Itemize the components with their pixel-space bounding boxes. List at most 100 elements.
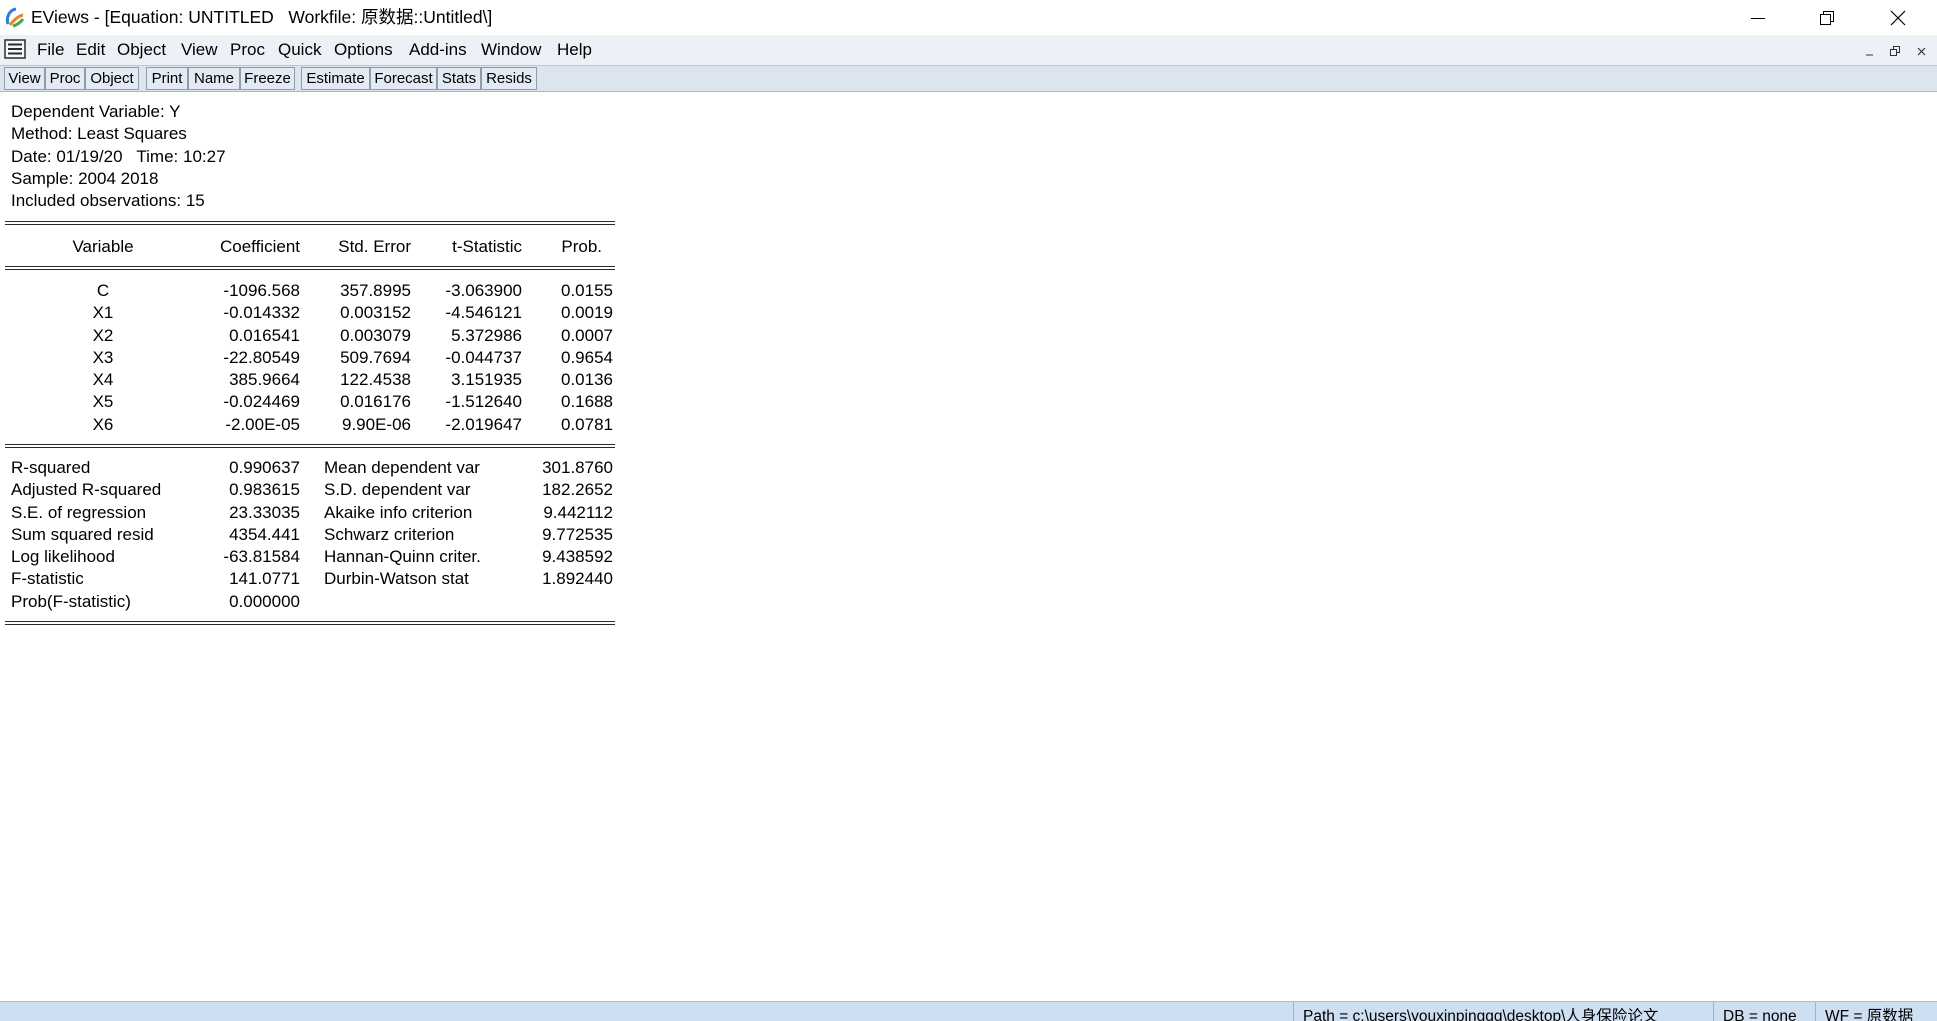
std-error-cell: 0.016176: [340, 392, 411, 412]
menu-edit[interactable]: Edit: [76, 35, 105, 65]
t-statistic-cell: -3.063900: [445, 281, 522, 300]
std-error-cell: 9.90E-06: [342, 414, 411, 434]
coefficient-cell: 0.016541: [229, 325, 300, 345]
variable-cell: C: [96, 281, 110, 300]
stat-label: Mean dependent var: [324, 458, 480, 477]
stats-row: Prob(F-statistic) 0.000000: [5, 591, 615, 613]
stats-row: Sum squared resid 4354.441 Schwarz crite…: [5, 524, 615, 546]
menu-bar: File Edit Object View Proc Quick Options…: [0, 35, 1937, 66]
coefficient-cell: -0.014332: [223, 303, 300, 323]
t-statistic-cell: -2.019647: [445, 414, 522, 434]
object-toolbar: View Proc Object Print Name Freeze Estim…: [0, 66, 1937, 92]
table-rule-top: [5, 221, 615, 225]
stat-value: 182.2652: [542, 480, 613, 500]
sample-line: Sample: 2004 2018: [11, 168, 159, 188]
stat-value: 4354.441: [229, 524, 300, 544]
status-workfile-text: WF = 原数据: [1825, 1008, 1914, 1021]
stat-value: -63.81584: [223, 547, 300, 567]
stat-value: 9.442112: [543, 502, 613, 522]
status-workfile: WF = 原数据: [1815, 1002, 1937, 1021]
menu-add-ins[interactable]: Add-ins: [409, 35, 467, 65]
restore-icon: [1820, 10, 1834, 25]
document-menu-icon[interactable]: [4, 39, 26, 59]
stat-label: Prob(F-statistic): [11, 591, 131, 611]
status-db: DB = none: [1713, 1002, 1815, 1021]
menu-help[interactable]: Help: [557, 35, 592, 65]
table-rule-header: [5, 266, 615, 270]
method-line: Method: Least Squares: [11, 124, 187, 144]
dependent-variable-line: Dependent Variable: Y: [11, 102, 181, 121]
t-statistic-cell: 3.151935: [451, 370, 522, 390]
menu-object[interactable]: Object: [117, 35, 166, 65]
status-path: Path = c:\users\youxinpingqq\desktop\人身保…: [1293, 1002, 1713, 1021]
toolbar-name-button[interactable]: Name: [188, 67, 240, 90]
variable-cell: X3: [92, 347, 114, 367]
child-restore-icon[interactable]: [1888, 45, 1902, 57]
menu-options[interactable]: Options: [334, 35, 393, 65]
toolbar-stats-button[interactable]: Stats: [437, 67, 481, 90]
std-error-cell: 0.003079: [340, 325, 411, 345]
date-time-line: Date: 01/19/20 Time: 10:27: [11, 146, 226, 166]
stat-label: S.E. of regression: [11, 502, 147, 522]
stats-row: R-squared 0.990637 Mean dependent var 30…: [5, 457, 615, 479]
stat-value: 23.33035: [229, 502, 300, 522]
close-icon: [1890, 10, 1906, 26]
child-close-icon[interactable]: [1914, 45, 1928, 57]
stat-label: Sum squared resid: [11, 524, 154, 544]
toolbar-freeze-button[interactable]: Freeze: [240, 67, 295, 90]
menu-window[interactable]: Window: [481, 35, 541, 65]
observations-line: Included observations: 15: [11, 191, 205, 211]
std-error-cell: 122.4538: [340, 370, 411, 390]
stat-value: 301.8760: [542, 458, 613, 477]
stat-label: Hannan-Quinn criter.: [324, 547, 481, 567]
prob-cell: 0.9654: [561, 347, 613, 367]
stats-row: S.E. of regression 23.33035 Akaike info …: [5, 502, 615, 524]
table-row: X4 385.9664 122.4538 3.151935 0.0136: [5, 369, 615, 391]
column-header-t-statistic: t-Statistic: [452, 237, 522, 256]
variable-cell: X2: [92, 325, 114, 345]
stats-row: F-statistic 141.0771 Durbin-Watson stat …: [5, 568, 615, 590]
stat-label: Durbin-Watson stat: [324, 569, 469, 589]
toolbar-resids-button[interactable]: Resids: [481, 67, 537, 90]
variable-cell: X6: [92, 414, 114, 434]
close-button[interactable]: [1863, 0, 1933, 35]
std-error-cell: 357.8995: [340, 281, 411, 300]
table-row: X2 0.016541 0.003079 5.372986 0.0007: [5, 325, 615, 347]
child-minimize-icon[interactable]: [1862, 45, 1876, 57]
table-row: X1 -0.014332 0.003152 -4.546121 0.0019: [5, 302, 615, 324]
coefficient-cell: -1096.568: [223, 281, 300, 300]
t-statistic-cell: -1.512640: [445, 392, 522, 412]
menu-quick[interactable]: Quick: [278, 35, 321, 65]
toolbar-object-button[interactable]: Object: [85, 67, 139, 90]
menu-file[interactable]: File: [37, 35, 64, 65]
menu-view[interactable]: View: [181, 35, 218, 65]
menu-proc[interactable]: Proc: [230, 35, 265, 65]
stat-value: 9.772535: [542, 524, 613, 544]
toolbar-view-button[interactable]: View: [4, 67, 45, 90]
summary-statistics-table: R-squared 0.990637 Mean dependent var 30…: [5, 457, 615, 613]
stat-value: 0.000000: [229, 591, 300, 611]
stat-label: R-squared: [11, 458, 91, 477]
stat-label: Akaike info criterion: [324, 502, 473, 522]
minimize-icon: [1751, 11, 1765, 25]
coefficient-table: C -1096.568 357.8995 -3.063900 0.0155 X1…: [5, 280, 615, 436]
title-bar: EViews - [Equation: UNTITLED Workfile: 原…: [0, 0, 1937, 35]
stat-value: 1.892440: [542, 569, 613, 589]
prob-cell: 0.0019: [561, 303, 613, 323]
estimation-header: Dependent Variable: Y Method: Least Squa…: [11, 101, 226, 212]
table-row: X3 -22.80549 509.7694 -0.044737 0.9654: [5, 347, 615, 369]
eviews-app-icon[interactable]: [4, 6, 26, 28]
stat-value: 0.990637: [229, 458, 300, 477]
toolbar-estimate-button[interactable]: Estimate: [301, 67, 370, 90]
prob-cell: 0.0155: [561, 281, 613, 300]
toolbar-proc-button[interactable]: Proc: [45, 67, 85, 90]
column-header-row: Variable Coefficient Std. Error t-Statis…: [5, 236, 615, 258]
minimize-button[interactable]: [1723, 0, 1793, 35]
t-statistic-cell: -4.546121: [445, 303, 522, 323]
toolbar-forecast-button[interactable]: Forecast: [370, 67, 437, 90]
t-statistic-cell: -0.044737: [445, 347, 522, 367]
column-header-variable: Variable: [72, 237, 134, 256]
prob-cell: 0.1688: [561, 392, 613, 412]
restore-button[interactable]: [1792, 0, 1862, 35]
toolbar-print-button[interactable]: Print: [146, 67, 188, 90]
